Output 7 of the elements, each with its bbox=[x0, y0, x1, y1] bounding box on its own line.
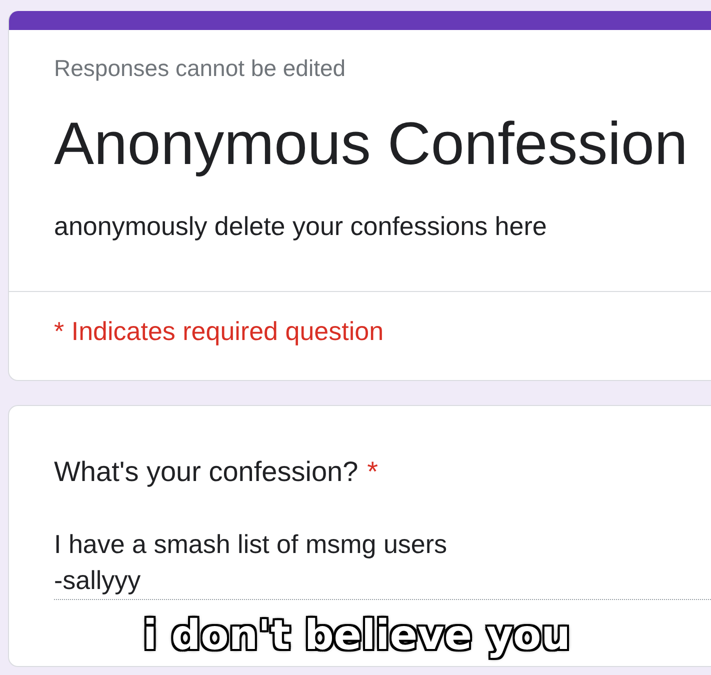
form-title: Anonymous Confession bbox=[54, 109, 688, 179]
question-label: What's your confession? bbox=[54, 455, 358, 489]
required-note: * Indicates required question bbox=[54, 315, 384, 347]
notice-text: Responses cannot be edited bbox=[54, 54, 346, 82]
required-mark: * bbox=[367, 455, 378, 489]
form-description: anonymously delete your confessions here bbox=[54, 210, 547, 242]
answer-field[interactable]: I have a smash list of msmg users -sallyyy bbox=[54, 526, 711, 600]
